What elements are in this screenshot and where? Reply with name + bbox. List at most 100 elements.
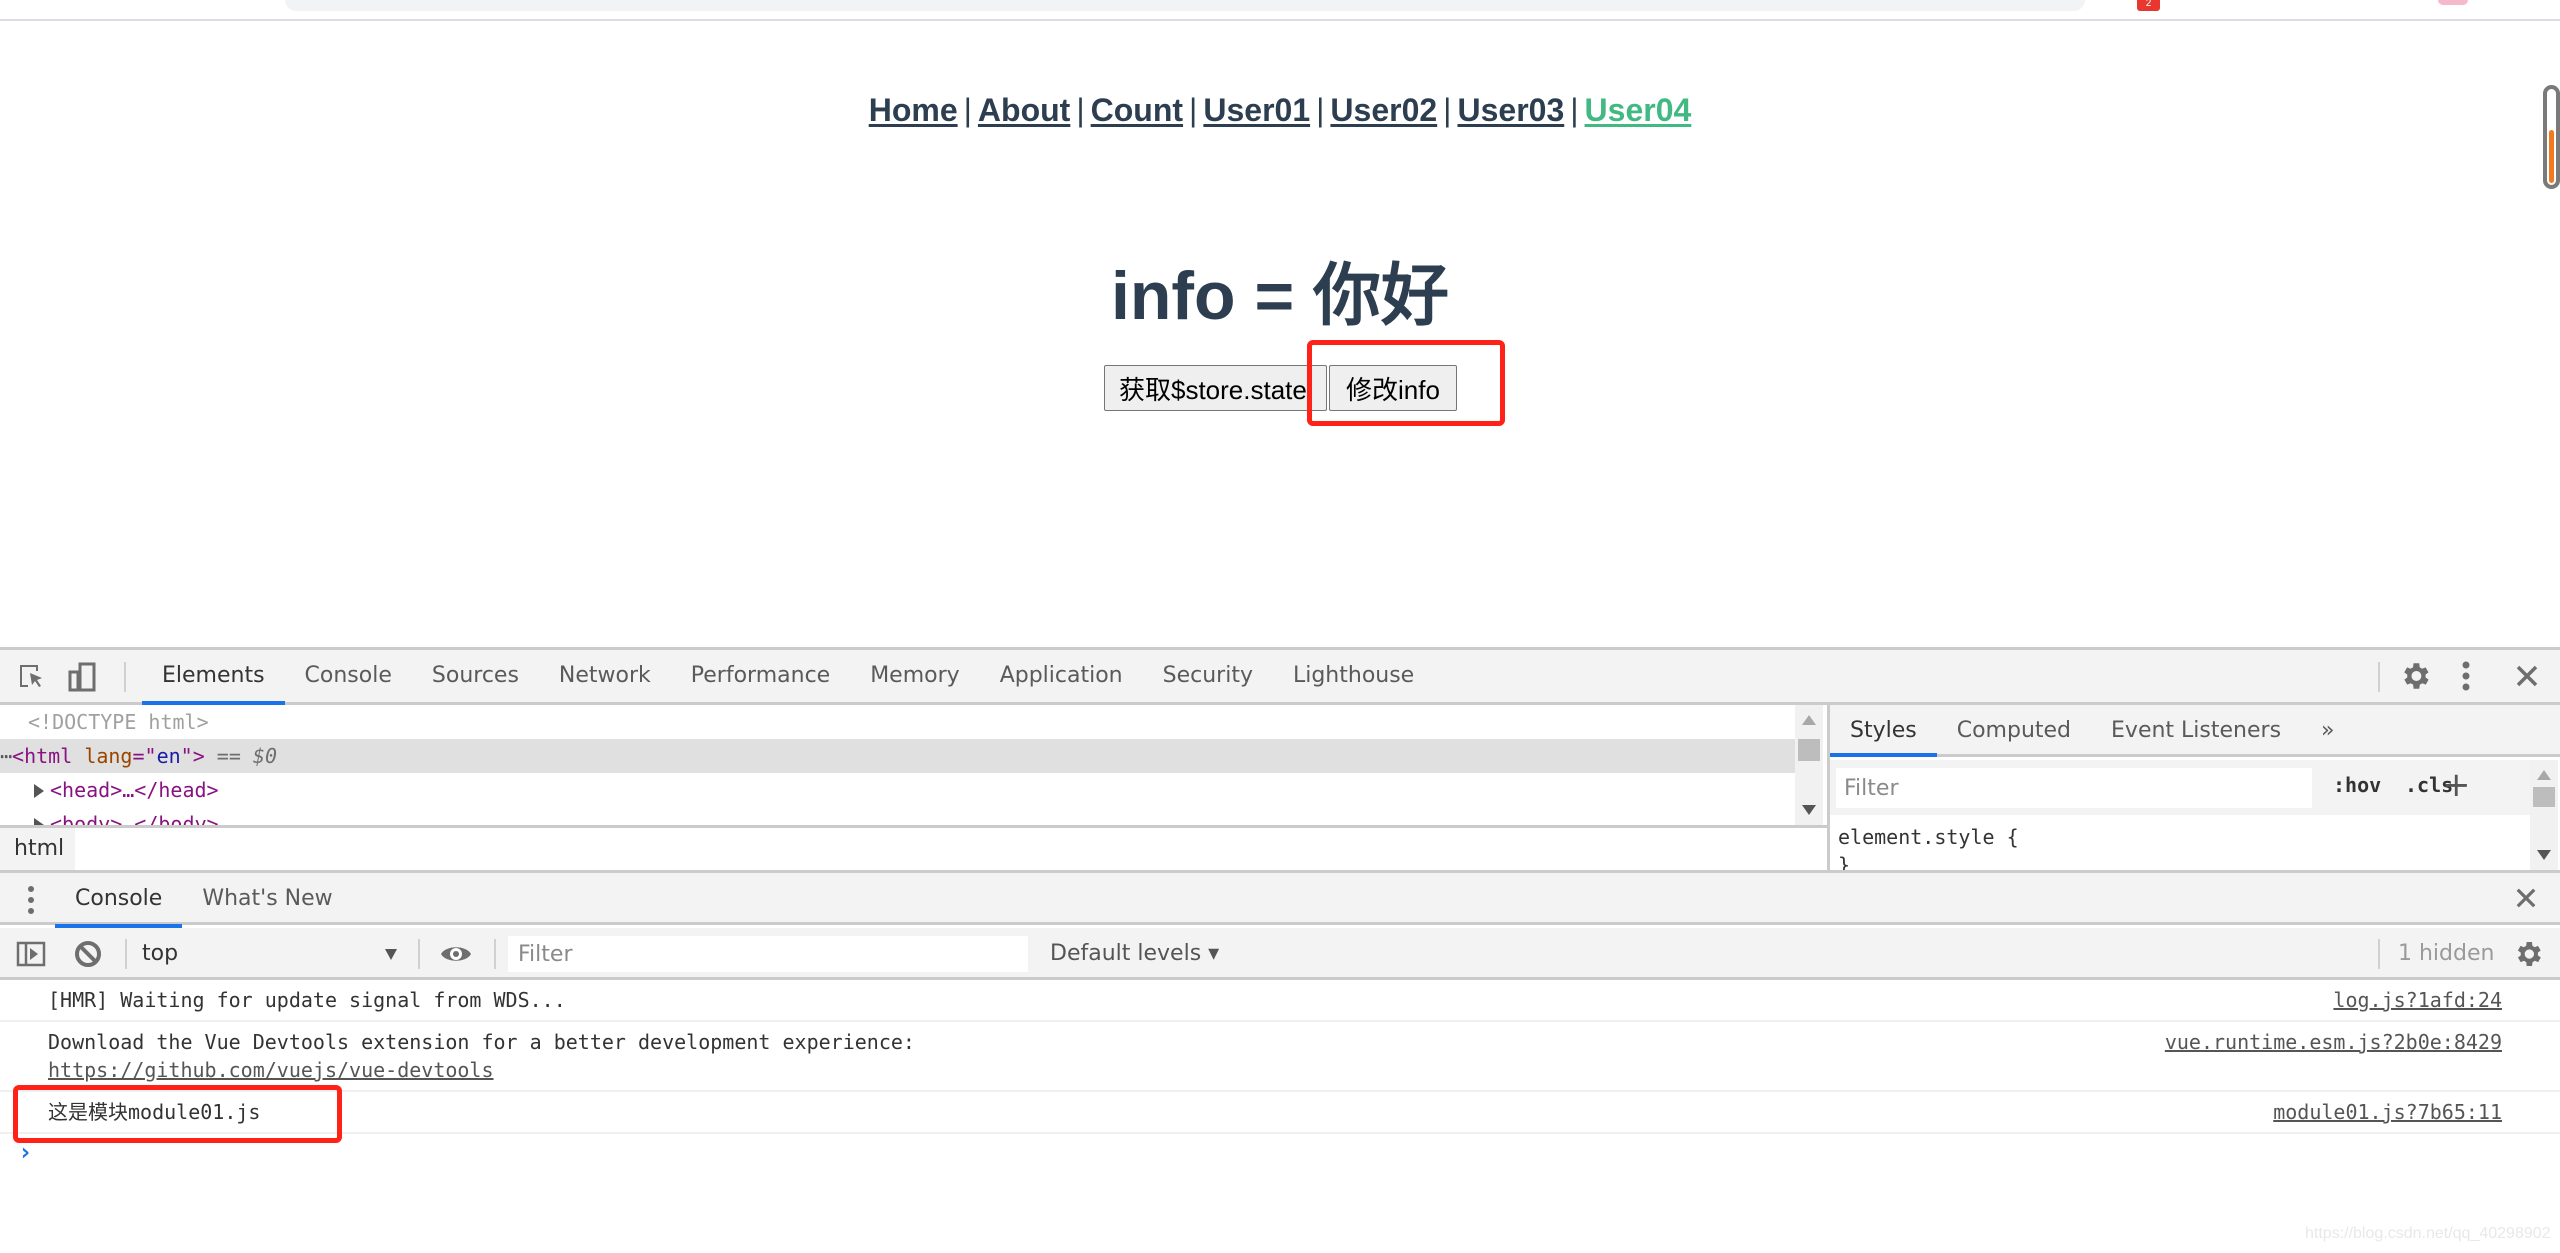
nav-link-about[interactable]: About [978, 92, 1070, 128]
tab-sources[interactable]: Sources [412, 650, 539, 702]
extension-badge[interactable]: 2 [2137, 0, 2160, 11]
drawer-tab-console[interactable]: Console [55, 873, 183, 928]
tab-console[interactable]: Console [285, 650, 412, 702]
scrollbar-thumb[interactable] [1798, 739, 1820, 761]
nav-link-user04[interactable]: User04 [1585, 92, 1692, 128]
inspect-element-icon[interactable] [16, 662, 48, 692]
dom-node-html-selected[interactable]: ⋯<html lang="en"> == $0 [0, 739, 1795, 773]
modify-info-button[interactable]: 修改info [1329, 365, 1457, 411]
message-text: [HMR] Waiting for update signal from WDS… [48, 988, 566, 1012]
console-message: [HMR] Waiting for update signal from WDS… [0, 980, 2560, 1022]
message-text: 这是模块module01.js [48, 1100, 261, 1124]
dom-node-head[interactable]: <head>…</head> [0, 773, 1795, 807]
tab-application[interactable]: Application [980, 650, 1143, 702]
elements-scrollbar[interactable] [1795, 705, 1823, 825]
profile-avatar[interactable] [2438, 0, 2468, 5]
drawer-tabbar: Console What's New [0, 873, 2560, 928]
settings-icon[interactable] [2398, 650, 2432, 702]
devtools-panel: Elements Console Sources Network Performance… [0, 647, 2560, 1253]
styles-filter-input[interactable] [1836, 768, 2312, 808]
console-settings-icon[interactable] [2512, 938, 2544, 974]
nav-link-user03[interactable]: User03 [1457, 92, 1564, 128]
console-prompt-line[interactable]: › [0, 1134, 2560, 1174]
get-store-state-button[interactable]: 获取$store.state [1104, 365, 1327, 411]
body-tag: <body>…</body> [50, 812, 219, 825]
scroll-indicator-fill [2549, 130, 2554, 183]
nav-link-count[interactable]: Count [1091, 92, 1183, 128]
clear-console-icon[interactable] [74, 940, 102, 972]
attr-eq: =" [132, 744, 157, 768]
tab-security[interactable]: Security [1143, 650, 1273, 702]
hover-state-toggle[interactable]: :hov [2333, 773, 2381, 797]
console-filter-input[interactable] [508, 936, 1028, 972]
styles-tab-computed[interactable]: Computed [1937, 705, 2091, 754]
breadcrumb-html[interactable]: html [0, 828, 75, 870]
toolbar-divider [418, 939, 420, 969]
address-bar[interactable] [285, 0, 2085, 11]
style-rule-selector: element.style { [1838, 825, 2019, 849]
log-levels-dropdown[interactable]: Default levels ▾ [1050, 928, 1219, 980]
toolbar-divider [2378, 662, 2380, 692]
node-options-dots[interactable]: ⋯ [0, 744, 12, 768]
styles-tab-styles[interactable]: Styles [1830, 705, 1937, 757]
nav-separator: | [1316, 92, 1325, 128]
dom-node-doctype[interactable]: <!DOCTYPE html> [0, 705, 1795, 739]
drawer-tab-what-s-new[interactable]: What's New [182, 873, 352, 925]
console-message: 这是模块module01.js module01.js?7b65:11 [0, 1092, 2560, 1134]
styles-tab-event-listeners[interactable]: Event Listeners [2091, 705, 2301, 754]
scrollbar-thumb[interactable] [2533, 787, 2555, 807]
scroll-up-arrow-icon[interactable] [1802, 715, 1816, 725]
scroll-down-arrow-icon[interactable] [2537, 850, 2551, 860]
styles-scrollbar[interactable] [2530, 760, 2558, 870]
nav-link-home[interactable]: Home [869, 92, 958, 128]
action-buttons: 获取$store.state 修改info [1104, 365, 1457, 411]
context-value: top [142, 941, 179, 966]
device-toolbar-icon[interactable] [66, 662, 98, 692]
more-tabs-chevron-icon[interactable]: » [2301, 705, 2354, 754]
router-nav: Home | About | Count | User01 | User02 | User03 | Us… [0, 92, 2560, 129]
vue-devtools-link[interactable]: https://github.com/vuejs/vue-devtools [48, 1058, 494, 1082]
javascript-context-select[interactable]: top [130, 928, 410, 980]
scroll-down-arrow-icon[interactable] [1802, 805, 1816, 815]
message-source-link[interactable]: log.js?1afd:24 [2333, 986, 2502, 1014]
nav-link-user02[interactable]: User02 [1330, 92, 1437, 128]
tab-network[interactable]: Network [539, 650, 671, 702]
drawer-menu-icon[interactable] [26, 885, 36, 919]
tab-lighthouse[interactable]: Lighthouse [1273, 650, 1434, 702]
devtools-tabbar: Elements Console Sources Network Performance… [0, 650, 2560, 705]
live-expression-eye-icon[interactable] [440, 942, 472, 970]
styles-tabs: Styles Computed Event Listeners» [1830, 705, 2560, 757]
nav-separator: | [1076, 92, 1085, 128]
nav-separator: | [1570, 92, 1579, 128]
scroll-up-arrow-icon[interactable] [2537, 770, 2551, 780]
expand-triangle-icon[interactable] [34, 784, 44, 798]
nav-link-user01[interactable]: User01 [1203, 92, 1310, 128]
nav-separator: | [1189, 92, 1198, 128]
console-message: Download the Vue Devtools extension for … [0, 1022, 2560, 1092]
tab-elements[interactable]: Elements [142, 650, 285, 705]
close-drawer-icon[interactable] [2515, 887, 2537, 913]
breadcrumb-bar: html [0, 825, 1827, 870]
styles-toolbar: :hov .cls + [1830, 760, 2530, 815]
message-source-link[interactable]: module01.js?7b65:11 [2273, 1098, 2502, 1126]
tab-performance[interactable]: Performance [671, 650, 850, 702]
message-source-link[interactable]: vue.runtime.esm.js?2b0e:8429 [2165, 1028, 2502, 1056]
console-toolbar: top Default levels ▾ 1 hidden [0, 928, 2560, 980]
tab-memory[interactable]: Memory [850, 650, 979, 702]
console-drawer: ConsoleWhat's New top Default levels ▾ [0, 870, 2560, 1253]
elements-tree: <!DOCTYPE html> ⋯<html lang="en"> == $0 … [0, 705, 1827, 825]
drawer-tabs: Console What's New [55, 873, 353, 928]
tag-name: <html [12, 744, 73, 768]
show-sidebar-icon[interactable] [16, 941, 46, 971]
close-devtools-icon[interactable] [2515, 650, 2539, 702]
new-style-rule-button[interactable]: + [2442, 765, 2471, 805]
styles-pane: StylesComputedEvent Listeners» :hov .cls… [1827, 705, 2560, 877]
hidden-messages-count: 1 hidden [2398, 941, 2495, 966]
dropdown-arrow-icon[interactable] [385, 949, 397, 960]
expand-triangle-icon[interactable] [34, 818, 44, 825]
dom-node-body[interactable]: <body>…</body> [0, 807, 1795, 825]
more-options-icon[interactable] [2460, 650, 2472, 702]
nav-separator: | [963, 92, 972, 128]
devtools-tabs: Elements Console Sources Network Performance… [142, 650, 1434, 705]
page-scroll-indicator[interactable] [2543, 85, 2560, 189]
